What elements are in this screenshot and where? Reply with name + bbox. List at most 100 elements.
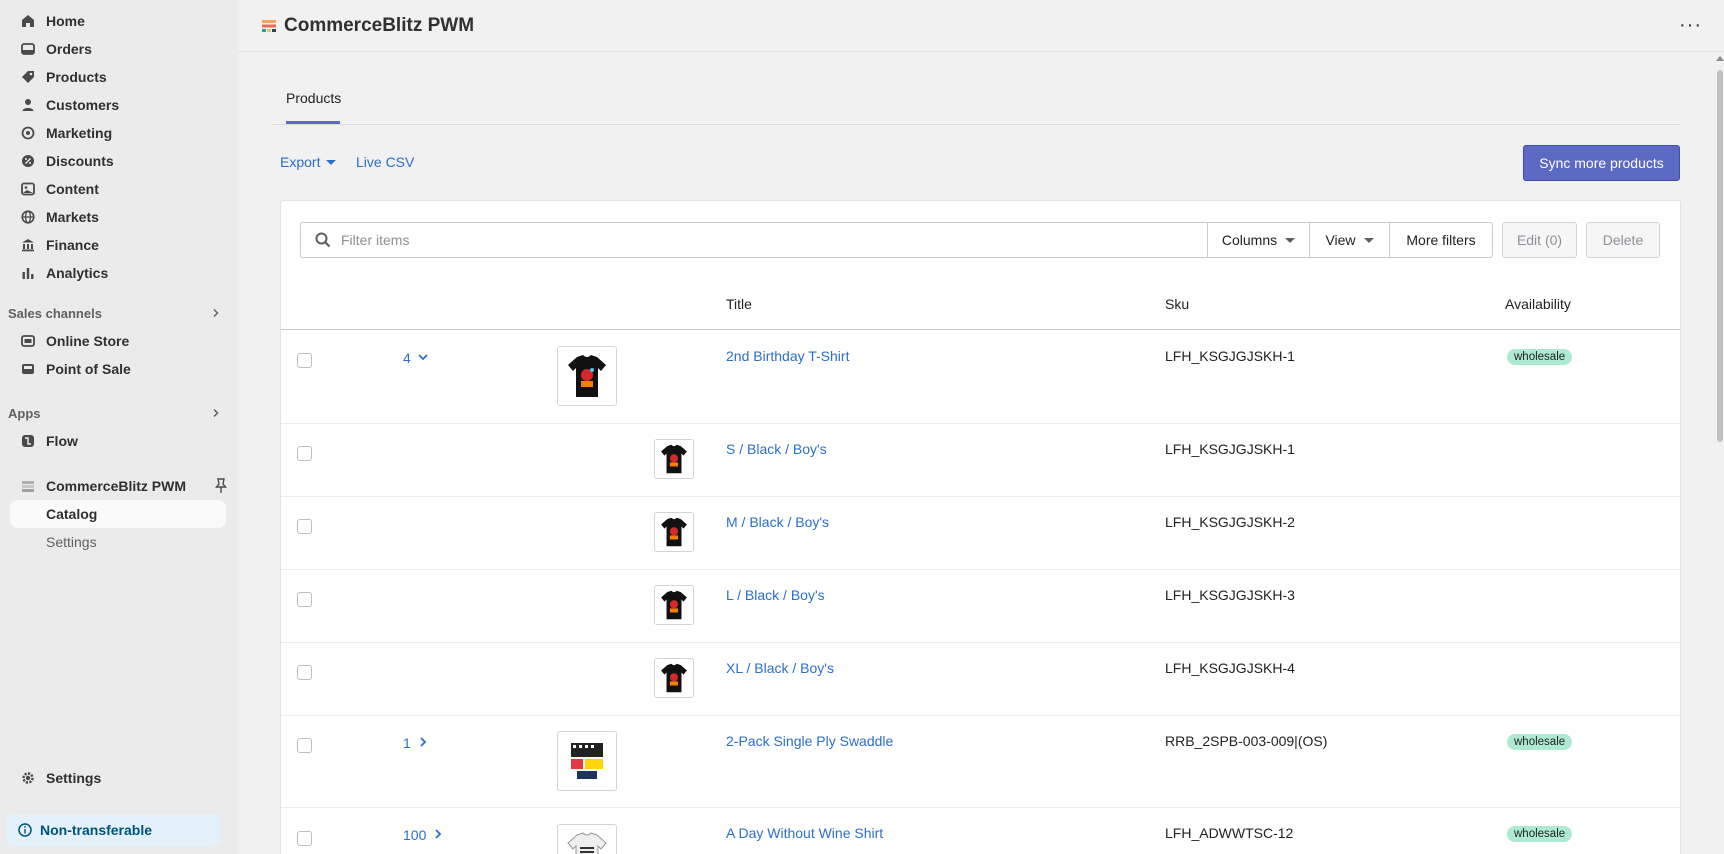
variant-toggle[interactable]: 100	[403, 827, 444, 843]
nav-catalog[interactable]: Catalog	[10, 500, 226, 528]
product-title-link[interactable]: 2nd Birthday T-Shirt	[726, 348, 849, 364]
divider	[272, 124, 1680, 125]
row-checkbox[interactable]	[297, 665, 312, 680]
columns-dropdown[interactable]: Columns	[1207, 222, 1310, 258]
table-row[interactable]: S / Black / Boy's LFH_KSGJGJSKH-1	[281, 424, 1680, 497]
availability-badge: wholesale	[1507, 826, 1573, 842]
nav-label: Products	[46, 69, 107, 85]
nav-settings[interactable]: Settings	[10, 764, 226, 792]
export-dropdown[interactable]: Export	[280, 154, 337, 170]
variant-count: 100	[403, 827, 427, 843]
section-heading: Sales channels	[8, 305, 102, 321]
variant-toggle[interactable]: 1	[403, 735, 429, 751]
nav-online-store[interactable]: Online Store	[10, 327, 226, 355]
column-title[interactable]: Title	[726, 296, 752, 312]
scroll-up-arrow-icon[interactable]	[1716, 56, 1724, 61]
table-row[interactable]: XL / Black / Boy's LFH_KSGJGJSKH-4	[281, 643, 1680, 716]
variant-thumbnail[interactable]	[654, 585, 694, 625]
view-label: View	[1325, 232, 1356, 248]
bank-icon	[20, 237, 36, 253]
variant-title-link[interactable]: M / Black / Boy's	[726, 514, 829, 530]
table-row[interactable]: 100 A Day Without Wine Shirt LFH_ADWWTSC…	[281, 808, 1680, 854]
export-label: Export	[280, 154, 321, 170]
nav-flow[interactable]: Flow	[10, 427, 226, 455]
nav-content[interactable]: Content	[10, 175, 226, 203]
nav-label: Point of Sale	[46, 361, 131, 377]
nav-orders[interactable]: Orders	[10, 35, 226, 63]
nav-markets[interactable]: Markets	[10, 203, 226, 231]
product-thumbnail[interactable]	[557, 346, 617, 406]
sales-channels-header[interactable]: Sales channels	[8, 303, 226, 323]
live-csv-link[interactable]: Live CSV	[356, 154, 414, 170]
product-thumbnail[interactable]	[557, 731, 617, 791]
row-checkbox[interactable]	[297, 831, 312, 846]
apps-header[interactable]: Apps	[8, 403, 226, 423]
table-row[interactable]: M / Black / Boy's LFH_KSGJGJSKH-2	[281, 497, 1680, 570]
nav-app-settings[interactable]: Settings	[10, 528, 226, 556]
product-title-link[interactable]: A Day Without Wine Shirt	[726, 825, 883, 841]
flow-icon	[20, 433, 36, 449]
row-checkbox[interactable]	[297, 446, 312, 461]
non-transferable-banner[interactable]: Non-transferable	[6, 814, 220, 846]
scrollbar-thumb[interactable]	[1717, 70, 1723, 442]
banner-label: Non-transferable	[40, 822, 153, 838]
table-row[interactable]: L / Black / Boy's LFH_KSGJGJSKH-3	[281, 570, 1680, 643]
product-thumbnail[interactable]	[557, 824, 617, 854]
row-checkbox[interactable]	[297, 519, 312, 534]
variant-sku: LFH_KSGJGJSKH-4	[1165, 660, 1295, 676]
nav-marketing[interactable]: Marketing	[10, 119, 226, 147]
search-icon	[315, 232, 331, 248]
nav-customers[interactable]: Customers	[10, 91, 226, 119]
chevron-right-icon	[206, 406, 226, 421]
variant-thumbnail[interactable]	[654, 658, 694, 698]
columns-label: Columns	[1221, 232, 1278, 248]
target-icon	[20, 125, 36, 141]
nav-finance[interactable]: Finance	[10, 231, 226, 259]
variant-title-link[interactable]: S / Black / Boy's	[726, 441, 827, 457]
pin-icon[interactable]	[214, 478, 228, 497]
info-icon	[18, 823, 32, 837]
content-icon	[20, 181, 36, 197]
variant-thumbnail[interactable]	[654, 439, 694, 479]
row-checkbox[interactable]	[297, 353, 312, 368]
more-filters-button[interactable]: More filters	[1389, 222, 1493, 258]
chevron-right-icon	[206, 306, 226, 321]
chart-bar-icon	[20, 265, 36, 281]
filter-input[interactable]: Filter items	[300, 222, 1208, 258]
nav-label: Online Store	[46, 333, 130, 349]
row-checkbox[interactable]	[297, 592, 312, 607]
sync-more-products-button[interactable]: Sync more products	[1523, 145, 1680, 181]
nav-products[interactable]: Products	[10, 63, 226, 91]
person-icon	[20, 97, 36, 113]
variant-thumbnail[interactable]	[654, 512, 694, 552]
tab-products[interactable]: Products	[286, 90, 341, 106]
product-sku: LFH_KSGJGJSKH-1	[1165, 348, 1295, 364]
variant-title-link[interactable]: L / Black / Boy's	[726, 587, 825, 603]
nav-home[interactable]: Home	[10, 7, 226, 35]
chevron-right-icon	[432, 827, 444, 843]
nav-label: Home	[46, 13, 85, 29]
nav-point-of-sale[interactable]: Point of Sale	[10, 355, 226, 383]
variant-toggle[interactable]: 4	[403, 350, 429, 366]
nav-label: CommerceBlitz PWM	[46, 478, 187, 494]
section-heading: Apps	[8, 405, 41, 421]
caret-down-icon	[326, 159, 337, 165]
row-checkbox[interactable]	[297, 738, 312, 753]
nav-commerceblitz[interactable]: CommerceBlitz PWM	[10, 472, 226, 500]
variant-sku: LFH_KSGJGJSKH-3	[1165, 587, 1295, 603]
view-dropdown[interactable]: View	[1309, 222, 1390, 258]
more-actions-button[interactable]: ···	[1679, 14, 1702, 37]
edit-button[interactable]: Edit (0)	[1502, 222, 1577, 258]
column-sku[interactable]: Sku	[1165, 296, 1189, 312]
nav-analytics[interactable]: Analytics	[10, 259, 226, 287]
delete-button[interactable]: Delete	[1586, 222, 1660, 258]
product-title-link[interactable]: 2-Pack Single Ply Swaddle	[726, 733, 893, 749]
column-availability[interactable]: Availability	[1505, 296, 1571, 312]
variant-title-link[interactable]: XL / Black / Boy's	[726, 660, 834, 676]
nav-label: Marketing	[46, 125, 113, 141]
table-row[interactable]: 4 2nd Birthday T-Shirt LFH_KSGJGJSKH-1 w…	[281, 330, 1680, 424]
discount-icon	[20, 153, 36, 169]
nav-discounts[interactable]: Discounts	[10, 147, 226, 175]
table-row[interactable]: 1 2-Pack Single Ply Swaddle RRB_2SPB-003…	[281, 716, 1680, 808]
nav-label: Content	[46, 181, 99, 197]
